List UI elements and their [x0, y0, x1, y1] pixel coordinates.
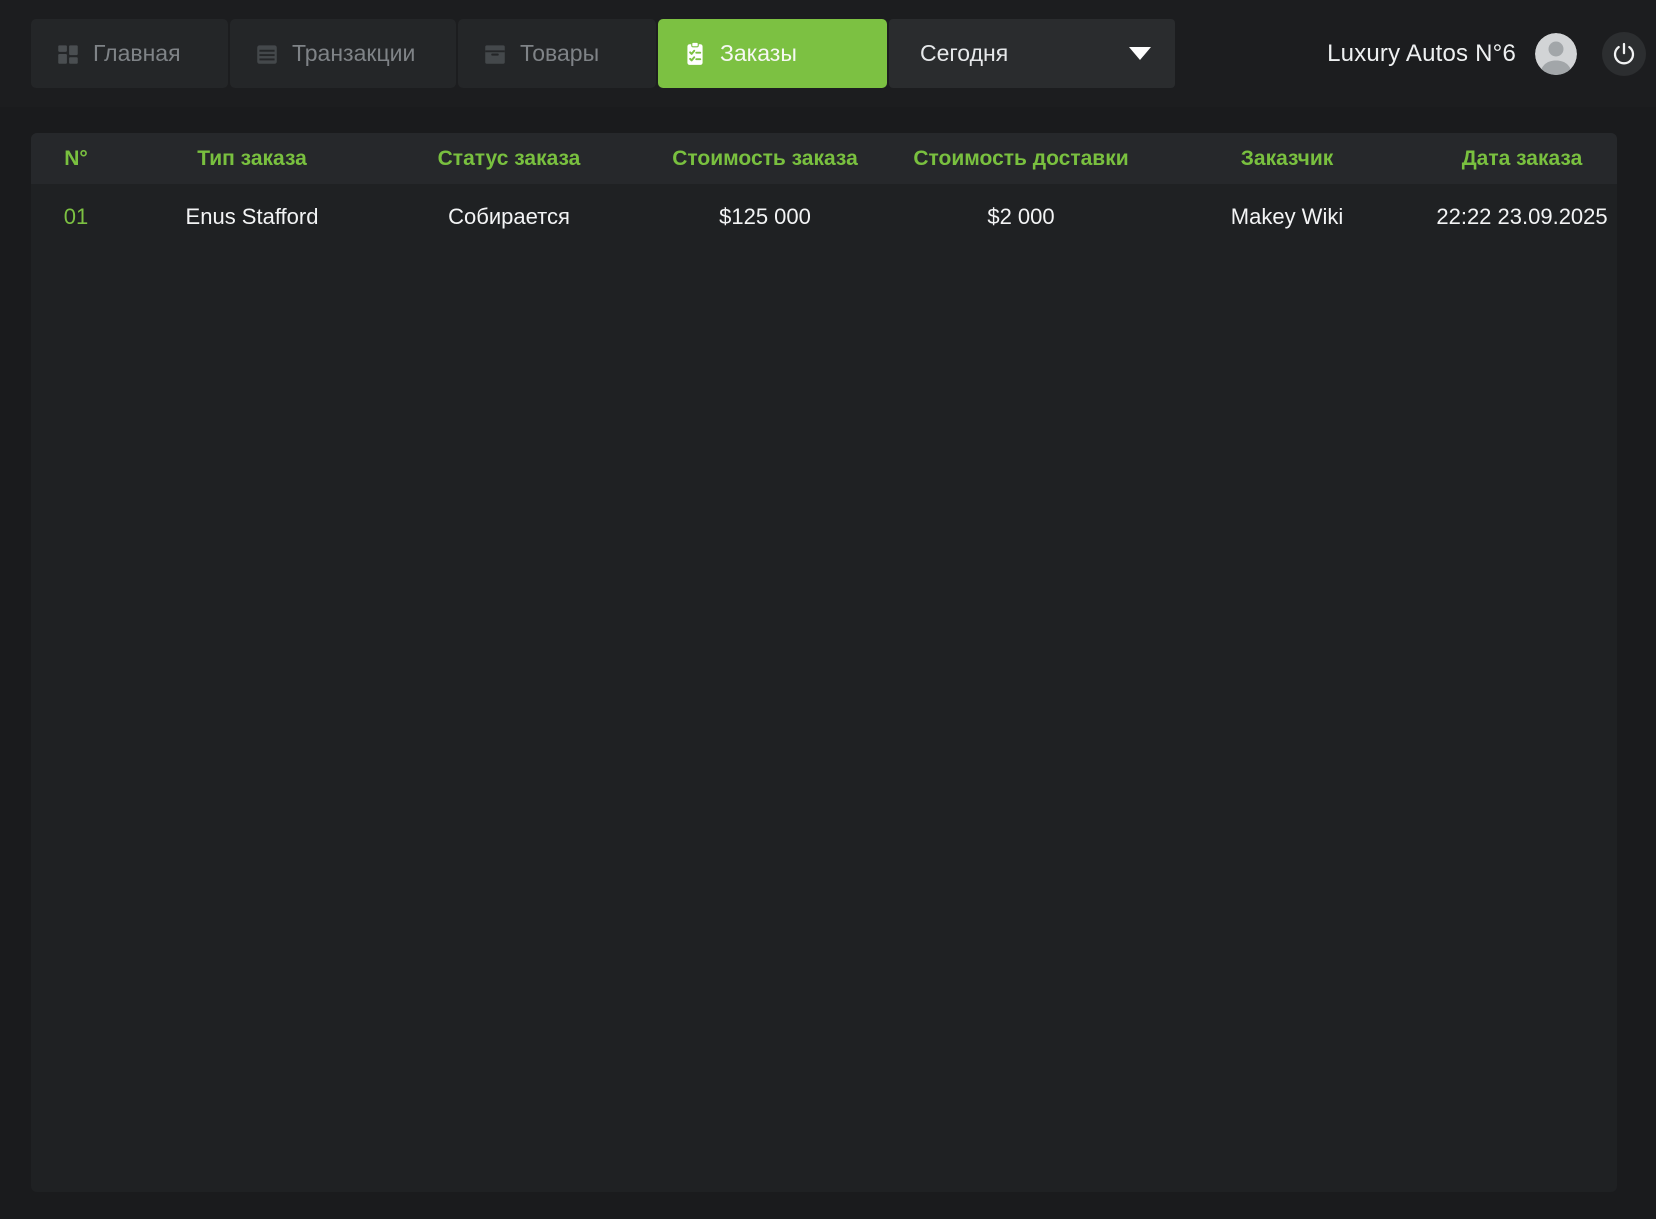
period-dropdown-value: Сегодня: [920, 40, 1009, 66]
col-header-number: N°: [64, 146, 88, 170]
dashboard-icon: [58, 44, 78, 64]
navbar-right-cluster: Luxury Autos N°6: [1327, 31, 1646, 76]
tab-orders-label: Заказы: [720, 40, 797, 66]
transactions-icon: [257, 44, 277, 64]
top-navbar: Главная Транзакции Товары Заказы Сегодня…: [0, 0, 1656, 107]
row-customer: Makey Wiki: [1230, 204, 1344, 229]
row-order-cost: $125 000: [719, 204, 811, 229]
tab-goods-label: Товары: [520, 40, 600, 66]
row-status: Собирается: [448, 204, 570, 229]
tab-goods[interactable]: Товары: [458, 19, 656, 88]
user-avatar[interactable]: [1535, 32, 1577, 75]
goods-box-icon: [485, 44, 505, 64]
col-header-customer: Заказчик: [1240, 146, 1334, 170]
row-order-type: Enus Stafford: [185, 204, 319, 229]
row-delivery-cost: $2 000: [987, 204, 1055, 229]
table-row[interactable]: 01 Enus Stafford Собирается $125 000 $2 …: [31, 184, 1617, 250]
row-number: 01: [63, 204, 89, 229]
row-date: 22:22 23.09.2025: [1436, 204, 1608, 229]
col-header-delivery-cost: Стоимость доставки: [913, 146, 1129, 170]
col-header-order-cost: Стоимость заказа: [672, 146, 858, 170]
power-icon: [1613, 42, 1635, 64]
orders-clipboard-icon: [687, 41, 703, 65]
col-header-date: Дата заказа: [1461, 146, 1583, 170]
logout-power-button[interactable]: [1602, 31, 1646, 76]
table-header-row: N° Тип заказа Статус заказа Стоимость за…: [31, 133, 1617, 184]
business-name: Luxury Autos N°6: [1327, 39, 1516, 67]
tab-home[interactable]: Главная: [31, 19, 228, 88]
chevron-down-icon: [1129, 47, 1151, 60]
tab-orders[interactable]: Заказы: [658, 19, 887, 88]
col-header-status: Статус заказа: [437, 146, 581, 170]
orders-table-panel: N° Тип заказа Статус заказа Стоимость за…: [31, 133, 1617, 1192]
tab-transactions-label: Транзакции: [292, 40, 416, 66]
period-dropdown[interactable]: Сегодня: [889, 19, 1175, 88]
avatar-person-icon: [1535, 32, 1577, 75]
nav-tabs: Главная Транзакции Товары Заказы: [31, 19, 887, 88]
tab-home-label: Главная: [93, 40, 181, 66]
tab-transactions[interactable]: Транзакции: [230, 19, 456, 88]
col-header-order-type: Тип заказа: [197, 146, 307, 170]
